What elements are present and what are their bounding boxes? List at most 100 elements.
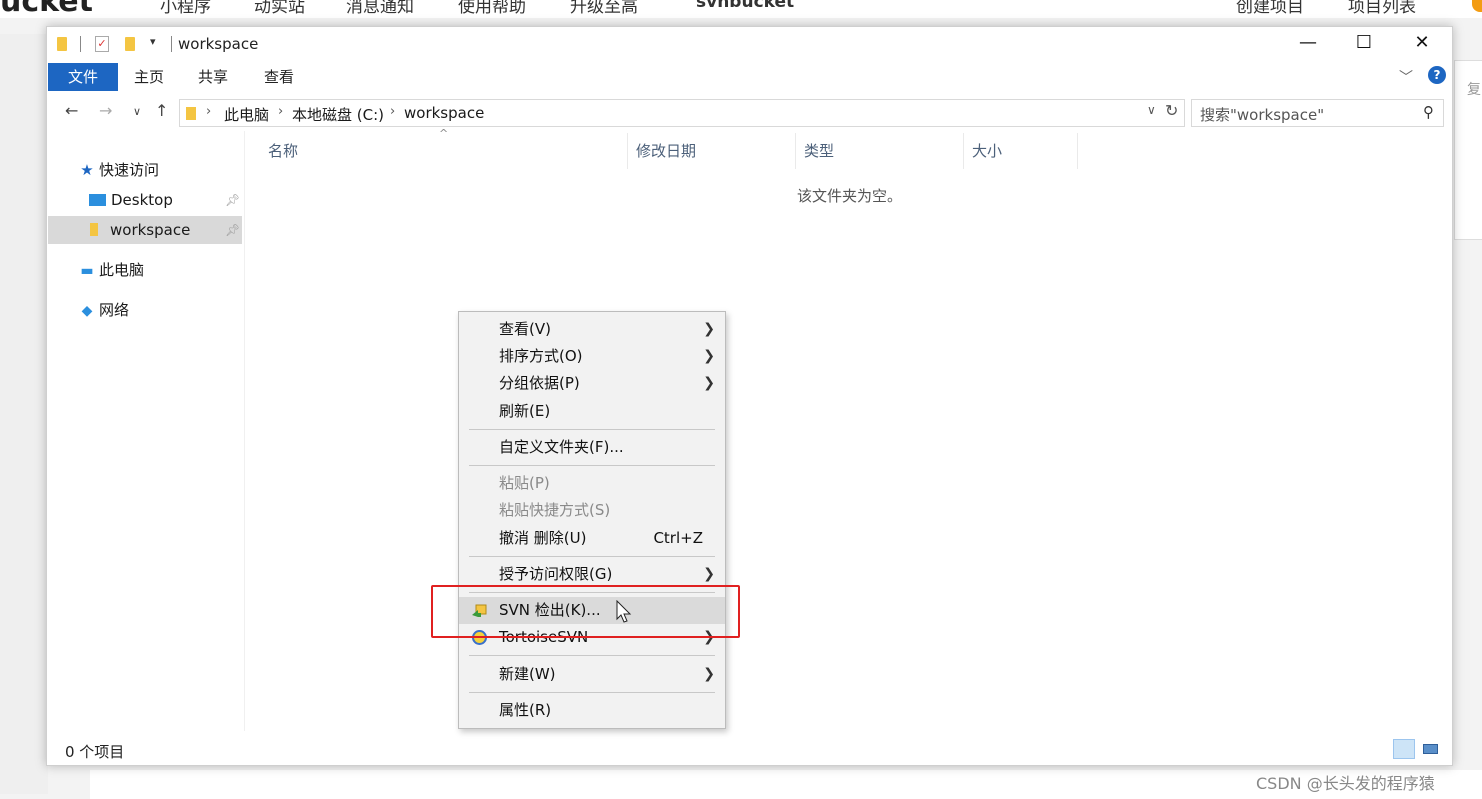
- menu-item-paste-shortcut[interactable]: 粘贴快捷方式(S): [459, 497, 725, 524]
- desktop-icon: [89, 194, 106, 206]
- address-bar[interactable]: › 此电脑 › 本地磁盘 (C:) › workspace: [179, 99, 1185, 127]
- chevron-right-icon[interactable]: ›: [206, 104, 211, 119]
- search-icon[interactable]: ⚲: [1423, 103, 1434, 121]
- menu-label: 粘贴快捷方式(S): [499, 501, 611, 519]
- menu-item-customize-folder[interactable]: 自定义文件夹(F)...: [459, 434, 725, 461]
- title-bar: ✓ ▾ workspace — ☐ ✕: [47, 27, 1452, 61]
- tab-view[interactable]: 查看: [253, 63, 305, 91]
- context-menu: 查看(V) ❯ 排序方式(O) ❯ 分组依据(P) ❯ 刷新(E) 自定义文件夹(F)…: [458, 311, 726, 729]
- forward-arrow-icon[interactable]: →: [99, 101, 112, 120]
- menu-item-new[interactable]: 新建(W) ❯: [459, 661, 725, 688]
- shortcut-label: Ctrl+Z: [653, 529, 703, 547]
- menu-label: 自定义文件夹(F)...: [499, 438, 624, 456]
- menu-label: 新建(W): [499, 665, 556, 683]
- chevron-right-icon: ❯: [703, 666, 715, 682]
- chevron-right-icon[interactable]: ›: [390, 104, 395, 119]
- nav-label: 快速访问: [99, 161, 160, 179]
- background-side-tab: 复: [1467, 82, 1481, 98]
- menu-item-view[interactable]: 查看(V) ❯: [459, 316, 725, 343]
- menu-label: 属性(R): [499, 701, 552, 719]
- close-button[interactable]: ✕: [1393, 27, 1451, 59]
- column-header-size[interactable]: 大小: [964, 133, 1078, 169]
- minimize-button[interactable]: —: [1279, 27, 1337, 59]
- background-nav-item: 使用帮助: [458, 0, 526, 17]
- menu-separator: [469, 429, 715, 430]
- empty-folder-message: 该文件夹为空。: [797, 187, 903, 205]
- menu-label: 分组依据(P): [499, 374, 580, 392]
- help-icon[interactable]: ?: [1428, 66, 1446, 84]
- menu-separator: [469, 655, 715, 656]
- background-nav-item: svnbucket: [696, 0, 795, 12]
- star-icon: ★: [80, 161, 94, 179]
- highlight-annotation-box: [431, 585, 740, 638]
- nav-workspace[interactable]: workspace: [48, 216, 242, 244]
- computer-icon: ▬: [80, 263, 94, 279]
- column-header-type[interactable]: 类型: [796, 133, 964, 169]
- menu-item-refresh[interactable]: 刷新(E): [459, 398, 725, 425]
- column-header-name[interactable]: 名称: [260, 133, 628, 169]
- menu-label: 撤消 删除(U): [499, 529, 587, 547]
- background-sidebar: [0, 34, 48, 794]
- breadcrumb-this-pc[interactable]: 此电脑: [224, 104, 269, 125]
- folder-icon: [57, 37, 67, 51]
- explorer-window: ✓ ▾ workspace — ☐ ✕ 文件 主页 共享 查看 ﹀ ? ← → …: [46, 26, 1453, 766]
- navigation-bar: ← → ∨ ↑ › 此电脑 › 本地磁盘 (C:) › workspace ∨ …: [47, 95, 1452, 131]
- breadcrumb-workspace[interactable]: workspace: [404, 104, 484, 122]
- customize-quick-access-icon[interactable]: ▾: [150, 35, 156, 48]
- recent-locations-chevron-icon[interactable]: ∨: [133, 105, 141, 118]
- chevron-right-icon[interactable]: ›: [278, 104, 283, 119]
- background-nav-item: 动实站: [254, 0, 305, 17]
- menu-item-grant-access[interactable]: 授予访问权限(G) ❯: [459, 561, 725, 588]
- breadcrumb-local-disk[interactable]: 本地磁盘 (C:): [292, 104, 384, 125]
- maximize-button[interactable]: ☐: [1335, 27, 1393, 59]
- address-dropdown-icon[interactable]: ∨: [1147, 103, 1156, 117]
- background-nav-item: 消息通知: [346, 0, 414, 17]
- background-nav-item: 升级至高: [570, 0, 638, 17]
- menu-item-group[interactable]: 分组依据(P) ❯: [459, 370, 725, 397]
- menu-separator: [469, 692, 715, 693]
- nav-quick-access[interactable]: ★ 快速访问: [79, 156, 159, 184]
- tab-file[interactable]: 文件: [48, 63, 118, 91]
- tab-share[interactable]: 共享: [187, 63, 239, 91]
- pin-icon[interactable]: 📌︎: [225, 223, 240, 237]
- network-icon: ◆: [81, 303, 93, 319]
- background-side-panel: 复: [1454, 60, 1482, 240]
- nav-this-pc[interactable]: ▬ 此电脑: [79, 256, 144, 284]
- menu-item-sort[interactable]: 排序方式(O) ❯: [459, 343, 725, 370]
- details-view-icon[interactable]: [1393, 739, 1415, 759]
- refresh-icon[interactable]: ↻: [1165, 101, 1178, 120]
- menu-separator: [469, 465, 715, 466]
- menu-label: 粘贴(P): [499, 474, 550, 492]
- menu-item-undo-delete[interactable]: 撤消 删除(U) Ctrl+Z: [459, 525, 725, 552]
- background-project-list: 项目列表: [1348, 0, 1416, 17]
- nav-network[interactable]: ◆ 网络: [79, 296, 129, 324]
- large-icons-view-icon[interactable]: [1419, 739, 1441, 759]
- toolbar-separator: [171, 36, 172, 52]
- chevron-right-icon: ❯: [703, 348, 715, 364]
- properties-quick-icon[interactable]: ✓: [95, 36, 109, 52]
- menu-label: 授予访问权限(G): [499, 565, 613, 583]
- menu-item-properties[interactable]: 属性(R): [459, 697, 725, 724]
- nav-desktop[interactable]: Desktop: [89, 186, 173, 214]
- menu-separator: [469, 556, 715, 557]
- search-placeholder: 搜索"workspace": [1200, 106, 1325, 124]
- chevron-right-icon: ❯: [703, 375, 715, 391]
- up-arrow-icon[interactable]: ↑: [155, 101, 168, 120]
- chevron-right-icon: ❯: [703, 566, 715, 582]
- navigation-pane: ★ 快速访问 Desktop 📌︎ workspace 📌︎ ▬ 此电脑 ◆ 网络: [47, 131, 245, 731]
- background-nav-item: 小程序: [160, 0, 211, 17]
- menu-label: 查看(V): [499, 320, 551, 338]
- nav-label: 网络: [99, 301, 130, 319]
- new-folder-quick-icon[interactable]: [125, 37, 135, 51]
- pin-icon[interactable]: 📌︎: [225, 193, 240, 207]
- search-box[interactable]: 搜索"workspace" ⚲: [1191, 99, 1444, 127]
- tab-home[interactable]: 主页: [123, 63, 175, 91]
- window-title: workspace: [178, 35, 259, 53]
- column-header-date-modified[interactable]: 修改日期: [628, 133, 796, 169]
- expand-ribbon-chevron-icon[interactable]: ﹀: [1399, 67, 1413, 87]
- menu-item-paste[interactable]: 粘贴(P): [459, 470, 725, 497]
- folder-icon: [90, 223, 98, 236]
- folder-icon: [186, 107, 196, 120]
- back-arrow-icon[interactable]: ←: [65, 101, 78, 120]
- ribbon-tabs: 文件 主页 共享 查看 ﹀ ?: [47, 63, 1452, 91]
